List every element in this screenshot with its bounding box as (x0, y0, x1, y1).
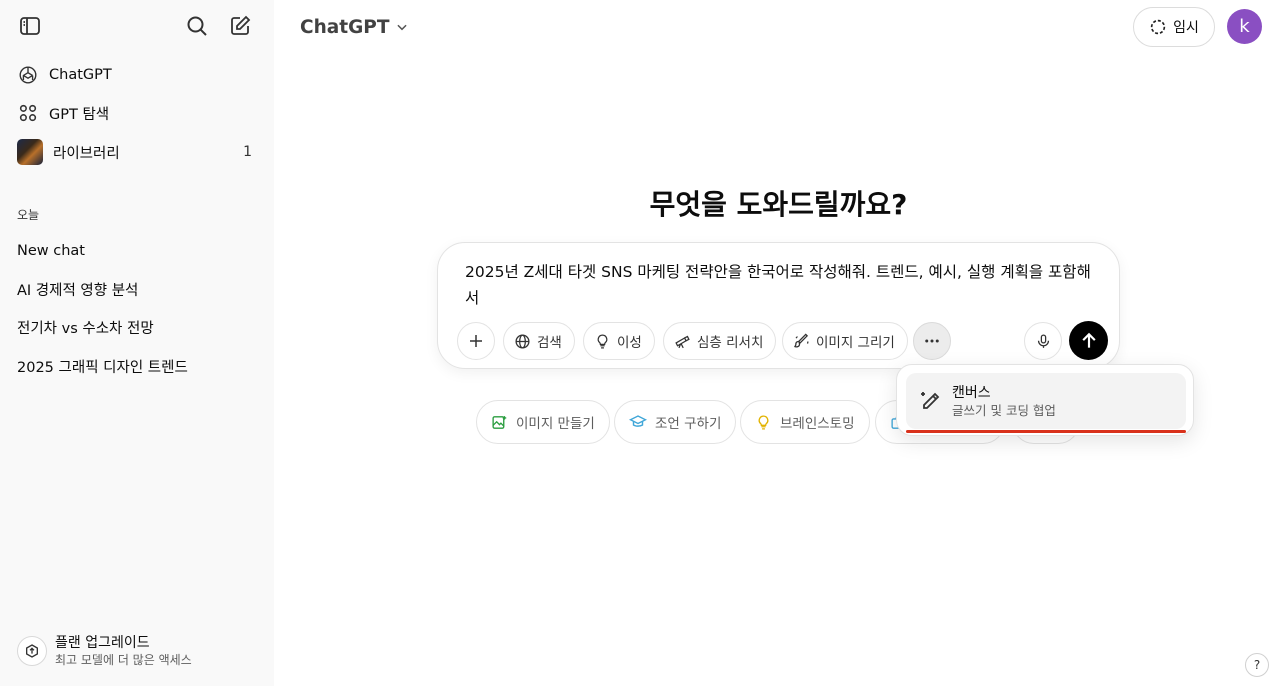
telescope-icon (674, 333, 691, 350)
compose-icon (228, 14, 252, 38)
sidebar-item-chatgpt[interactable]: ChatGPT (8, 57, 266, 93)
library-count: 1 (243, 144, 252, 160)
model-name: ChatGPT (300, 16, 390, 38)
upgrade-plan-button[interactable]: 플랜 업그레이드 최고 모델에 더 많은 액세스 (8, 628, 266, 674)
search-tool-button[interactable]: 검색 (503, 322, 575, 360)
temporary-chat-button[interactable]: 임시 (1133, 7, 1215, 47)
voice-input-button[interactable] (1024, 322, 1062, 360)
page-title: 무엇을 도와드릴까요? (649, 188, 908, 221)
new-chat-button[interactable] (222, 8, 258, 44)
upgrade-subtitle: 최고 모델에 더 많은 액세스 (55, 653, 192, 667)
chat-item[interactable]: 전기차 vs 수소차 전망 (8, 309, 266, 345)
prompt-input[interactable]: 2025년 Z세대 타겟 SNS 마케팅 전략안을 한국어로 작성해줘. 트렌드… (465, 259, 1100, 311)
upgrade-title: 플랜 업그레이드 (55, 635, 150, 651)
openai-logo-icon (17, 64, 39, 86)
sidebar-item-label: 라이브러리 (53, 145, 120, 162)
tool-label: 심층 리서치 (697, 335, 764, 351)
sidebar-item-explore-gpts[interactable]: GPT 탐색 (8, 95, 266, 131)
more-horizontal-icon (923, 332, 941, 350)
paintbrush-icon (793, 333, 810, 350)
canvas-option[interactable]: 캔버스 글쓰기 및 코딩 협업 (906, 373, 1186, 429)
deep-research-button[interactable]: 심층 리서치 (663, 322, 777, 360)
tools-dropdown: 캔버스 글쓰기 및 코딩 협업 (896, 364, 1194, 436)
temporary-chat-icon (1149, 18, 1167, 36)
tool-label: 이성 (617, 335, 642, 351)
sidebar: ChatGPT GPT 탐색 라이브러리 1 오늘 New chat AI 경제… (0, 0, 274, 686)
canvas-title: 캔버스 (952, 384, 991, 401)
suggestion-make-image[interactable]: 이미지 만들기 (476, 400, 610, 444)
chip-label: 이미지 만들기 (516, 416, 595, 432)
sidebar-toolbar (0, 8, 274, 46)
chip-label: 조언 구하기 (655, 416, 722, 432)
search-chats-button[interactable] (179, 8, 215, 44)
sidebar-item-library[interactable]: 라이브러리 1 (8, 134, 266, 170)
chip-label: 브레인스토밍 (780, 416, 855, 432)
canvas-subtitle: 글쓰기 및 코딩 협업 (952, 402, 1056, 418)
tool-label: 검색 (537, 335, 562, 351)
section-title-today: 오늘 (17, 208, 40, 222)
chevron-down-icon (395, 20, 409, 34)
highlight-underline (906, 430, 1186, 433)
plus-icon (467, 332, 485, 350)
temporary-chat-label: 임시 (1173, 20, 1199, 36)
attach-button[interactable] (457, 322, 495, 360)
chat-item[interactable]: AI 경제적 영향 분석 (8, 271, 266, 307)
toggle-sidebar-button[interactable] (12, 8, 48, 44)
pencil-sparkle-icon (918, 389, 942, 413)
search-icon (185, 14, 209, 38)
library-thumbnail (17, 139, 43, 165)
tool-label: 이미지 그리기 (816, 335, 895, 351)
sidebar-item-label: GPT 탐색 (49, 106, 110, 123)
microphone-icon (1035, 333, 1052, 350)
reason-tool-button[interactable]: 이성 (583, 322, 655, 360)
draw-image-button[interactable]: 이미지 그리기 (782, 322, 908, 360)
arrow-up-icon (1079, 331, 1099, 351)
send-button[interactable] (1069, 321, 1108, 360)
suggestion-brainstorm[interactable]: 브레인스토밍 (740, 400, 870, 444)
graduation-cap-icon (629, 413, 647, 431)
sidebar-toggle-icon (18, 14, 42, 38)
composer: 2025년 Z세대 타겟 SNS 마케팅 전략안을 한국어로 작성해줘. 트렌드… (437, 242, 1120, 369)
more-tools-button[interactable] (913, 322, 951, 360)
grid-icon (17, 102, 39, 124)
lightbulb-icon (755, 414, 772, 431)
chat-item[interactable]: 2025 그래픽 디자인 트렌드 (8, 348, 266, 384)
image-icon (491, 414, 508, 431)
upgrade-icon (17, 636, 47, 666)
help-button[interactable]: ? (1245, 653, 1269, 677)
globe-icon (514, 333, 531, 350)
model-selector[interactable]: ChatGPT (290, 9, 419, 45)
user-avatar[interactable]: k (1227, 9, 1262, 44)
chat-item[interactable]: New chat (8, 233, 266, 269)
lightbulb-icon (594, 333, 611, 350)
suggestion-get-advice[interactable]: 조언 구하기 (614, 400, 737, 444)
sidebar-item-label: ChatGPT (49, 67, 112, 83)
